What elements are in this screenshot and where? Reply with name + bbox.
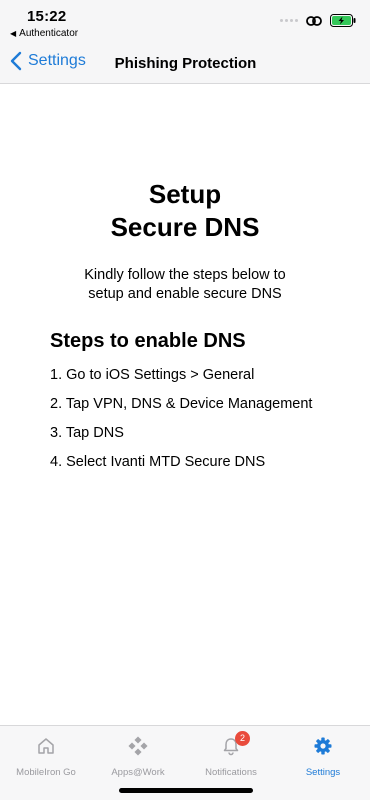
- gear-icon: [314, 737, 332, 755]
- setup-heading: Setup Secure DNS: [0, 178, 370, 244]
- step-item: 3. Tap DNS: [50, 425, 124, 441]
- back-to-app-link[interactable]: ◀ Authenticator: [10, 28, 78, 39]
- steps-list: 1. Go to iOS Settings > General 2. Tap V…: [50, 366, 312, 482]
- signal-dots-icon: [280, 19, 298, 22]
- steps-heading: Steps to enable DNS: [50, 330, 246, 352]
- tab-label: Notifications: [205, 767, 257, 778]
- setup-heading-line1: Setup: [148, 179, 222, 209]
- tab-label: Settings: [305, 767, 341, 778]
- step-item: 1. Go to iOS Settings > General: [50, 367, 255, 383]
- link-icon: [306, 15, 322, 26]
- page-title: Phishing Protection: [114, 55, 257, 72]
- intro-text: Kindly follow the steps below to setup a…: [0, 266, 370, 304]
- tab-mobileiron-go[interactable]: MobileIron Go: [0, 736, 92, 780]
- back-triangle-icon: ◀: [10, 29, 17, 38]
- notification-badge: 2: [235, 731, 250, 746]
- status-bar: 15:22 ◀ Authenticator: [0, 0, 370, 46]
- setup-heading-line2: Secure DNS: [110, 212, 260, 242]
- status-icons: [280, 14, 356, 27]
- tab-notifications[interactable]: 2 Notifications: [185, 731, 277, 780]
- home-icon: [38, 738, 54, 754]
- tab-label: MobileIron Go: [16, 767, 76, 778]
- navigation-bar: Settings Phishing Protection: [0, 46, 370, 84]
- intro-line1: Kindly follow the steps below to: [84, 267, 286, 283]
- tab-label: Apps@Work: [111, 767, 165, 778]
- home-indicator[interactable]: [119, 788, 253, 793]
- step-item: 4. Select Ivanti MTD Secure DNS: [50, 454, 266, 470]
- battery-charging-icon: [330, 14, 356, 27]
- back-app-label: Authenticator: [19, 28, 79, 39]
- intro-line2: setup and enable secure DNS: [88, 286, 282, 302]
- tab-apps-at-work[interactable]: Apps@Work: [92, 736, 184, 780]
- step-item: 2. Tap VPN, DNS & Device Management: [50, 396, 313, 412]
- status-time: 15:22: [27, 8, 67, 25]
- apps-diamond-icon: [128, 736, 148, 756]
- tab-settings[interactable]: Settings: [277, 736, 369, 780]
